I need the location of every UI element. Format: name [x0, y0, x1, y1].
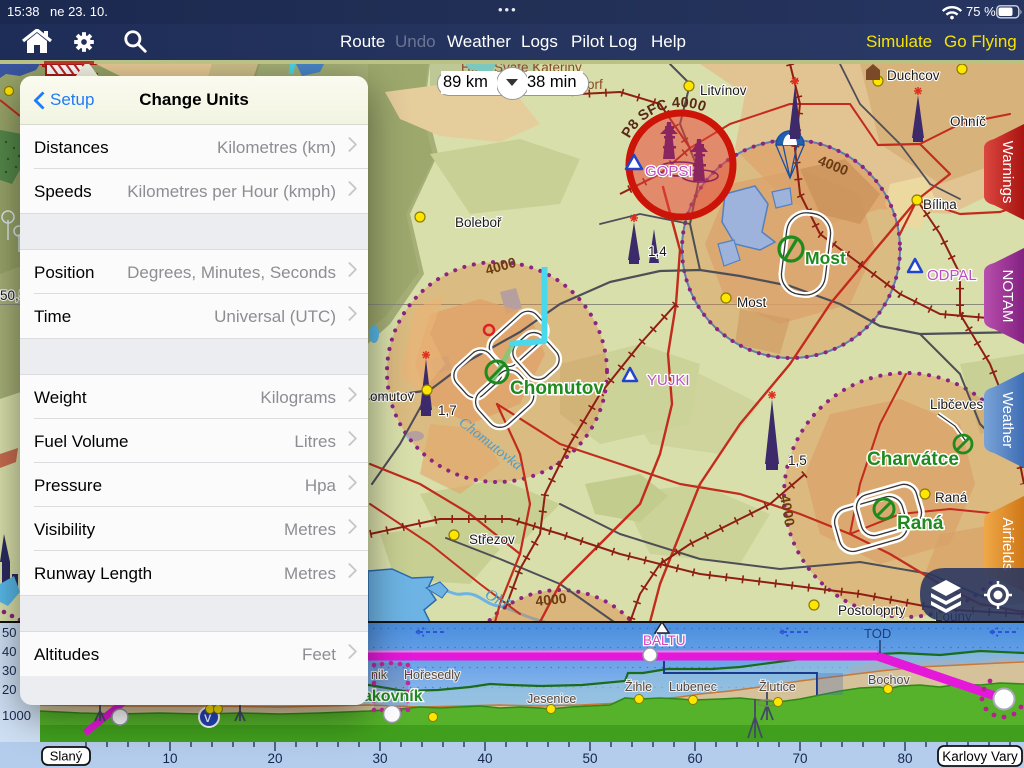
- svg-text:ODPAL: ODPAL: [927, 267, 977, 284]
- svg-text:omutov: omutov: [370, 389, 415, 404]
- svg-text:Lubenec: Lubenec: [669, 680, 717, 694]
- svg-text:NOTAM: NOTAM: [999, 269, 1016, 322]
- svg-text:Raná: Raná: [935, 490, 968, 505]
- svg-text:Chomutov: Chomutov: [510, 378, 604, 399]
- svg-text:80: 80: [897, 751, 912, 766]
- svg-text:Hořesedly: Hořesedly: [404, 668, 461, 682]
- svg-text:Raná: Raná: [897, 513, 944, 534]
- svg-text:Libčeves: Libčeves: [930, 397, 984, 412]
- svg-text:50: 50: [582, 751, 597, 766]
- svg-text:BALTU: BALTU: [643, 633, 686, 648]
- svg-text:1000: 1000: [2, 708, 31, 723]
- svg-text:YUJKI: YUJKI: [647, 372, 690, 389]
- svg-text:Boleboř: Boleboř: [455, 215, 502, 230]
- svg-text:Litvínov: Litvínov: [700, 83, 747, 98]
- svg-text:Airfields: Airfields: [999, 517, 1016, 570]
- svg-text:Žihle: Žihle: [625, 679, 652, 694]
- svg-text:1,5: 1,5: [788, 453, 807, 468]
- svg-text:V: V: [204, 713, 212, 725]
- svg-text:Střezov: Střezov: [469, 532, 515, 547]
- svg-text:40: 40: [2, 644, 16, 659]
- svg-text:70: 70: [792, 751, 807, 766]
- svg-text:Slaný: Slaný: [50, 749, 83, 764]
- svg-text:Žlutice: Žlutice: [759, 679, 796, 694]
- svg-text:20: 20: [2, 682, 16, 697]
- svg-text:Most: Most: [805, 248, 846, 268]
- svg-text:30: 30: [2, 663, 16, 678]
- svg-text:20: 20: [267, 751, 282, 766]
- svg-text:Weather: Weather: [999, 392, 1016, 448]
- svg-text:Duchcov: Duchcov: [887, 68, 940, 83]
- svg-text:50: 50: [2, 625, 16, 640]
- svg-text:Karlovy Vary: Karlovy Vary: [942, 749, 1018, 764]
- svg-text:Jesenice: Jesenice: [527, 692, 576, 706]
- svg-text:1,7: 1,7: [438, 403, 457, 418]
- svg-text:Most: Most: [737, 295, 767, 310]
- svg-text:orf: orf: [587, 77, 603, 92]
- svg-text:30: 30: [372, 751, 387, 766]
- svg-text:TOD: TOD: [864, 626, 891, 641]
- svg-text:GOPSI: GOPSI: [645, 163, 693, 180]
- svg-text:nik: nik: [371, 668, 388, 682]
- svg-text:60: 60: [687, 751, 702, 766]
- svg-text:akovník: akovník: [363, 688, 423, 705]
- svg-text:40: 40: [477, 751, 492, 766]
- svg-text:4000: 4000: [535, 590, 568, 609]
- svg-text:Charvátce: Charvátce: [867, 449, 959, 470]
- svg-text:1,4: 1,4: [648, 244, 667, 259]
- svg-text:10: 10: [162, 751, 177, 766]
- svg-text:Bílina: Bílina: [923, 197, 957, 212]
- svg-text:Warnings: Warnings: [999, 141, 1016, 204]
